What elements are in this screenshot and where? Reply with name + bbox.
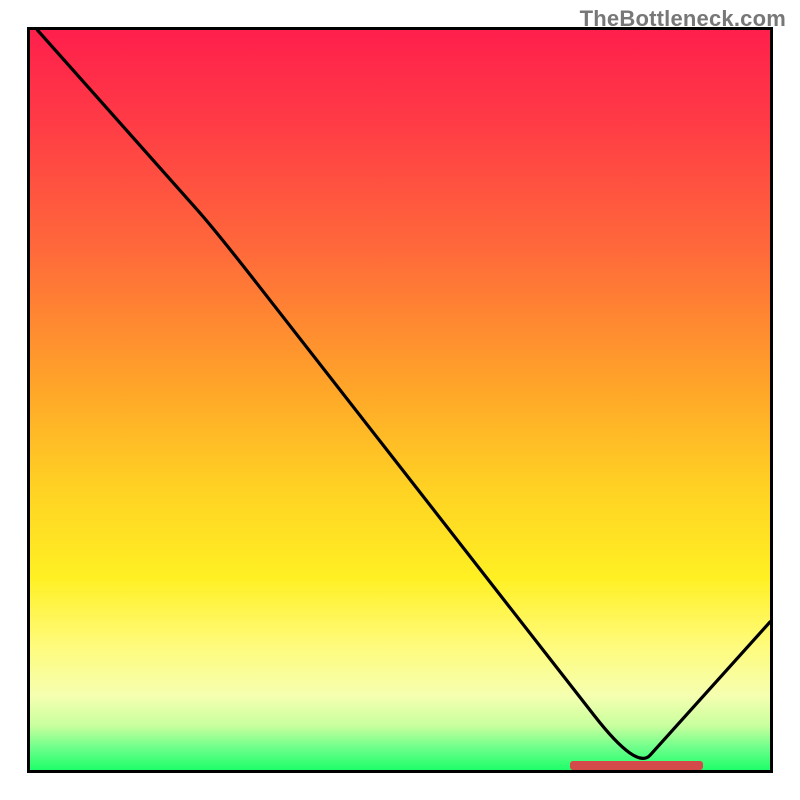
chart-background-gradient (30, 30, 770, 770)
page-root: TheBottleneck.com (0, 0, 800, 800)
chart-frame (27, 27, 773, 773)
chart-bottom-marker (570, 761, 703, 770)
